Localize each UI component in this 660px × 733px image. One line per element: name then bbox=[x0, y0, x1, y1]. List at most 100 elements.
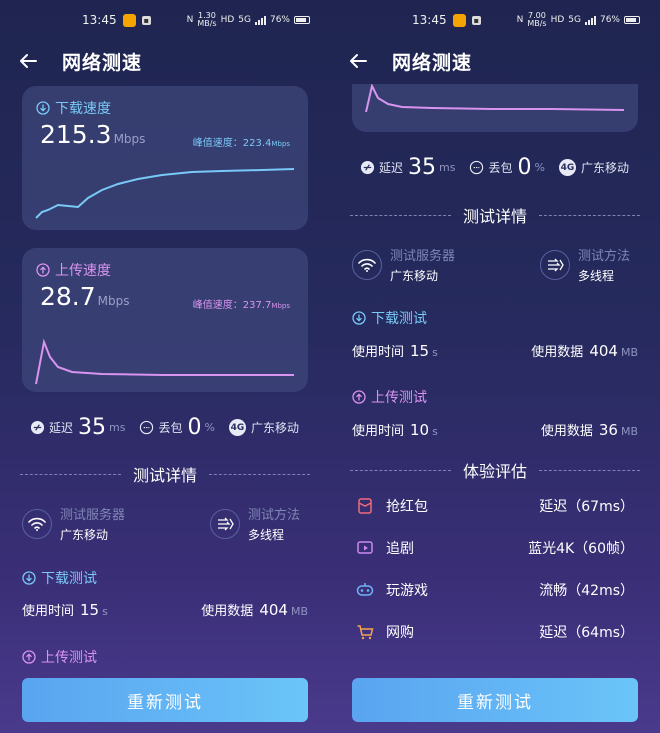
evaluation-section-title: 体验评估 bbox=[350, 458, 641, 482]
eval-row-shopping: 网购 延迟（64ms） bbox=[356, 622, 634, 642]
multithread-icon bbox=[210, 508, 240, 539]
upload-test-title: 上传测试 bbox=[22, 647, 97, 667]
4g-network-icon: 4G bbox=[558, 159, 576, 176]
page-header: 网络测速 bbox=[330, 44, 660, 78]
download-arrow-icon bbox=[36, 101, 50, 115]
page-title: 网络测速 bbox=[392, 51, 473, 74]
shopping-cart-icon bbox=[357, 625, 374, 640]
hd-label: HD bbox=[220, 15, 235, 25]
upload-arrow-icon bbox=[352, 390, 366, 404]
signal-label: 5G bbox=[568, 15, 581, 25]
left-screen: 13:45 ▪ N 1.30 MB/s HD 5G 76% 网络测速 下载速度 2… bbox=[0, 0, 330, 733]
retest-button[interactable]: 重新测试 bbox=[352, 678, 638, 722]
test-method-item: 测试方法 多线程 bbox=[540, 245, 630, 284]
upload-speed-value: 28.7 Mbps bbox=[40, 282, 130, 311]
weibo-app-icon bbox=[452, 13, 466, 27]
gamepad-icon bbox=[356, 583, 374, 596]
tv-play-icon bbox=[357, 541, 373, 554]
details-section-title: 测试详情 bbox=[20, 462, 311, 486]
red-envelope-icon bbox=[358, 498, 372, 514]
nfc-icon: N bbox=[186, 15, 194, 25]
upload-speed-card: 上传速度 28.7 Mbps 峰值速度：237.7Mbps bbox=[22, 248, 308, 392]
status-bar: 13:45 ▪ N 1.30 MB/s HD 5G 76% bbox=[0, 10, 330, 30]
page-title: 网络测速 bbox=[62, 51, 143, 74]
test-server-item: 测试服务器 广东移动 bbox=[352, 245, 455, 284]
upload-speed-label: 上传速度 bbox=[36, 260, 111, 280]
download-data-used: 使用数据 404 MB bbox=[531, 342, 638, 360]
back-arrow-icon[interactable] bbox=[346, 49, 370, 73]
eval-result: 蓝光4K（60帧） bbox=[528, 541, 634, 557]
weibo-app-icon bbox=[122, 13, 136, 27]
download-speed-line bbox=[35, 168, 295, 219]
back-arrow-icon[interactable] bbox=[16, 49, 40, 73]
upload-test-data: 使用时间 10 s 使用数据 36 MB bbox=[352, 420, 638, 439]
latency-metric: 延迟 35 ms bbox=[360, 155, 455, 180]
download-data-used: 使用数据 404 MB bbox=[201, 601, 308, 619]
status-bar: 13:45 ▪ N 7.00 MB/s HD 5G 76% bbox=[330, 10, 660, 30]
download-test-title: 下载测试 bbox=[22, 568, 97, 588]
download-arrow-icon bbox=[352, 311, 366, 325]
status-time: 13:45 bbox=[412, 13, 447, 27]
download-test-data: 使用时间 15 s 使用数据 404 MB bbox=[22, 600, 308, 619]
eval-row-tv-play: 追剧 蓝光4K（60帧） bbox=[356, 538, 634, 558]
metrics-row: 延迟 35 ms 丢包 0% 4G 广东移动 bbox=[330, 155, 660, 180]
download-test-title: 下载测试 bbox=[352, 308, 427, 328]
packet-loss-metric: 丢包 0% bbox=[139, 415, 215, 440]
download-arrow-icon bbox=[22, 571, 36, 585]
eval-row-red-envelope: 抢红包 延迟（67ms） bbox=[356, 496, 634, 516]
packet-loss-metric: 丢包 0% bbox=[469, 155, 545, 180]
net-speed: 1.30 MB/s bbox=[197, 11, 217, 28]
test-info-row: 测试服务器 广东移动 测试方法 多线程 bbox=[352, 245, 638, 285]
download-test-data: 使用时间 15 s 使用数据 404 MB bbox=[352, 341, 638, 360]
net-speed: 7.00 MB/s bbox=[527, 11, 547, 28]
notification-badge-icon: ▪ bbox=[471, 15, 482, 25]
test-method-item: 测试方法 多线程 bbox=[210, 504, 300, 543]
metrics-row: 延迟 35 ms 丢包 0% 4G 广东移动 bbox=[0, 415, 330, 440]
eval-result: 流畅（42ms） bbox=[539, 583, 634, 599]
nfc-icon: N bbox=[516, 15, 524, 25]
multithread-icon bbox=[540, 249, 570, 280]
retest-button[interactable]: 重新测试 bbox=[22, 678, 308, 722]
wifi-icon bbox=[22, 508, 52, 539]
upload-arrow-icon bbox=[22, 650, 36, 664]
wifi-icon bbox=[352, 249, 382, 280]
battery-icon bbox=[294, 16, 310, 24]
network-metric: 4G 广东移动 bbox=[228, 419, 299, 436]
notification-badge-icon: ▪ bbox=[141, 15, 152, 25]
upload-data-used: 使用数据 36 MB bbox=[540, 421, 638, 439]
upload-speed-line bbox=[365, 84, 625, 113]
hd-label: HD bbox=[550, 15, 565, 25]
battery-text: 76% bbox=[269, 15, 290, 25]
download-time: 使用时间 15 s bbox=[352, 342, 438, 360]
test-info-row: 测试服务器 广东移动 测试方法 多线程 bbox=[22, 504, 308, 544]
signal-label: 5G bbox=[238, 15, 251, 25]
download-speed-label: 下载速度 bbox=[36, 98, 111, 118]
download-peak-speed: 峰值速度：223.4Mbps bbox=[192, 138, 290, 149]
upload-arrow-icon bbox=[36, 263, 50, 277]
status-time: 13:45 bbox=[82, 13, 117, 27]
details-section-title: 测试详情 bbox=[350, 203, 641, 227]
network-metric: 4G 广东移动 bbox=[558, 159, 629, 176]
eval-row-gamepad: 玩游戏 流畅（42ms） bbox=[356, 580, 634, 600]
packet-loss-icon bbox=[470, 160, 484, 175]
signal-icon bbox=[254, 15, 266, 25]
upload-speed-chart bbox=[35, 338, 294, 385]
latency-metric: 延迟 35 ms bbox=[30, 415, 125, 440]
signal-icon bbox=[584, 15, 596, 25]
download-time: 使用时间 15 s bbox=[22, 601, 108, 619]
test-server-item: 测试服务器 广东移动 bbox=[22, 504, 125, 543]
latency-icon bbox=[360, 160, 375, 175]
page-header: 网络测速 bbox=[0, 44, 330, 78]
download-speed-card: 下载速度 215.3 Mbps 峰值速度：223.4Mbps bbox=[22, 86, 308, 230]
battery-icon bbox=[624, 16, 640, 24]
download-speed-chart bbox=[35, 168, 295, 219]
upload-test-title: 上传测试 bbox=[352, 387, 427, 407]
packet-loss-icon bbox=[140, 420, 154, 435]
battery-text: 76% bbox=[599, 15, 620, 25]
latency-icon bbox=[30, 420, 45, 435]
right-screen: 13:45 ▪ N 7.00 MB/s HD 5G 76% 网络测速 延迟 35 ms bbox=[330, 0, 660, 733]
upload-speed-card-partial bbox=[352, 84, 638, 132]
eval-result: 延迟（64ms） bbox=[539, 625, 634, 641]
4g-network-icon: 4G bbox=[228, 419, 246, 436]
upload-peak-speed: 峰值速度：237.7Mbps bbox=[192, 300, 290, 311]
